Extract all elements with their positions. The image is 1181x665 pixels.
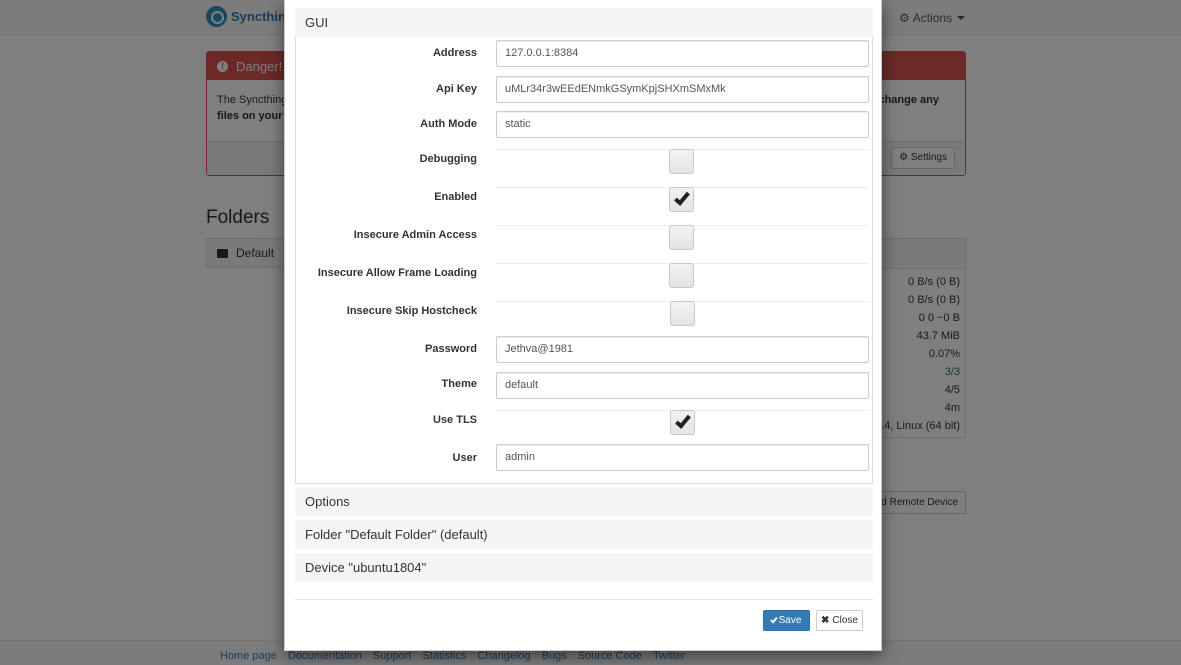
insecure-admin-access-label: Insecure Admin Access <box>353 229 477 241</box>
checkmark-icon <box>675 412 691 429</box>
insecure-admin-access-checkbox[interactable] <box>669 225 694 250</box>
insecure-allow-frame-loading-label: Insecure Allow Frame Loading <box>317 267 477 279</box>
enabled-label: Enabled <box>434 191 477 203</box>
theme-select[interactable]: default <box>496 372 869 399</box>
settings-modal: GUI Address 127.0.0.1:8384 Api Key uMLr3… <box>284 0 882 651</box>
auth-mode-label: Auth Mode <box>420 118 477 130</box>
save-button[interactable]: Save <box>763 610 810 631</box>
debugging-label: Debugging <box>419 153 477 165</box>
section-options-header[interactable]: Options <box>295 487 873 516</box>
api-key-input[interactable]: uMLr34r3wEEdENmkGSymKpjSHXmSMxMk <box>496 76 869 103</box>
close-button-label: Close <box>832 615 858 626</box>
theme-label: Theme <box>441 378 477 390</box>
enabled-checkbox[interactable] <box>669 187 694 212</box>
section-device-header[interactable]: Device "ubuntu1804" <box>295 553 873 582</box>
user-label: User <box>452 452 477 464</box>
use-tls-label: Use TLS <box>432 414 477 426</box>
api-key-label: Api Key <box>436 83 477 95</box>
check-icon <box>769 615 778 623</box>
close-icon: ✖ <box>821 615 830 626</box>
section-folder-header[interactable]: Folder "Default Folder" (default) <box>295 520 873 549</box>
auth-mode-input[interactable]: static <box>496 111 869 138</box>
checkmark-icon <box>674 189 690 206</box>
address-label: Address <box>432 47 477 59</box>
section-gui-header[interactable]: GUI <box>295 8 873 37</box>
use-tls-checkbox[interactable] <box>670 410 695 435</box>
modal-footer-divider <box>295 599 873 600</box>
user-input[interactable]: admin <box>496 444 869 471</box>
password-input[interactable]: Jethva@1981 <box>496 336 869 363</box>
password-label: Password <box>425 343 477 355</box>
debugging-checkbox[interactable] <box>669 149 694 174</box>
insecure-allow-frame-loading-checkbox[interactable] <box>669 263 694 288</box>
address-input[interactable]: 127.0.0.1:8384 <box>496 40 869 67</box>
insecure-skip-hostcheck-label: Insecure Skip Hostcheck <box>346 305 477 317</box>
gui-section-body: Address 127.0.0.1:8384 Api Key uMLr34r3w… <box>295 37 873 484</box>
close-button[interactable]: ✖ Close <box>816 610 863 631</box>
insecure-skip-hostcheck-checkbox[interactable] <box>670 301 695 326</box>
save-button-label: Save <box>778 615 802 626</box>
